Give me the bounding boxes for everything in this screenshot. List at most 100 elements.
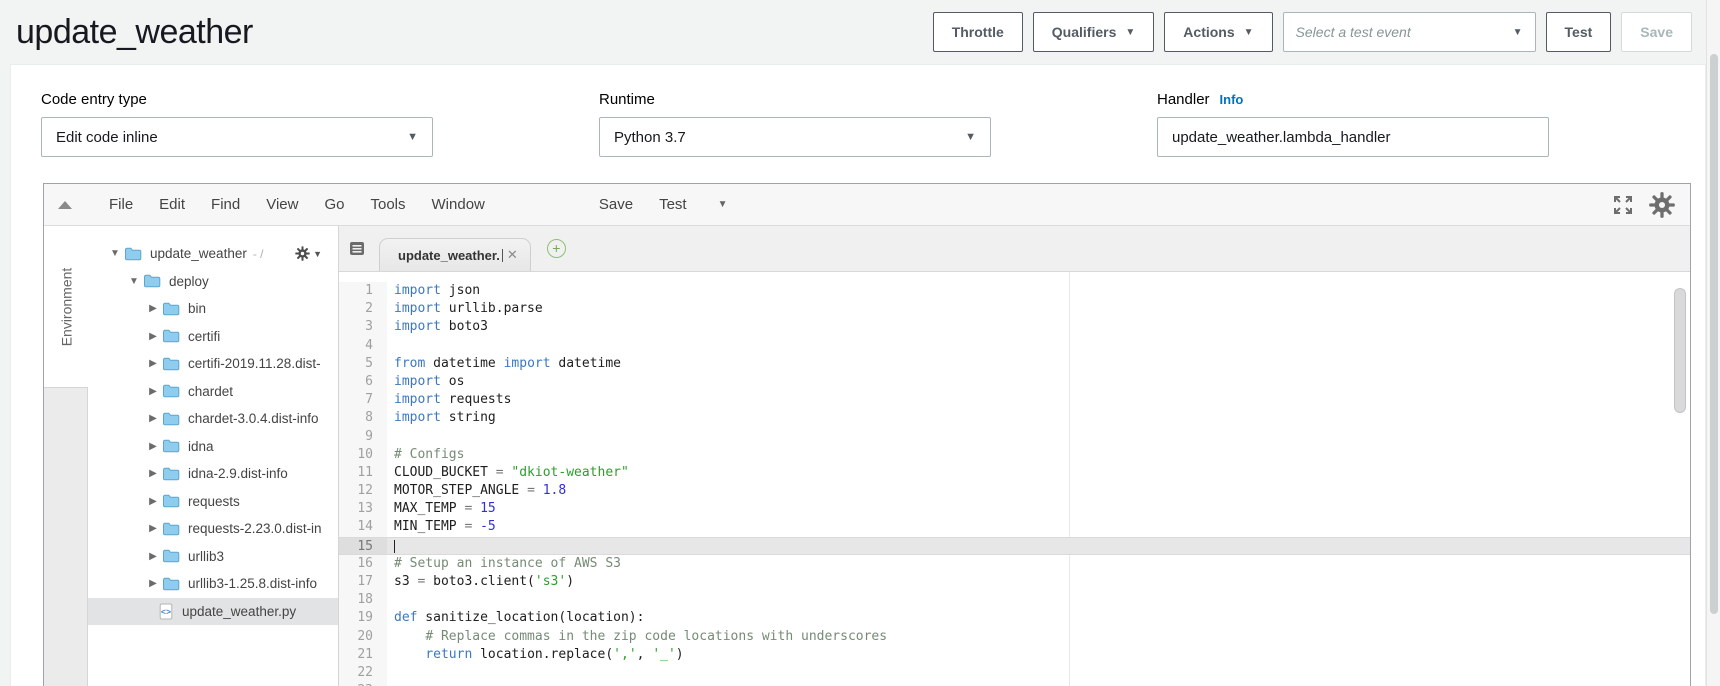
code-line-8[interactable]: 8import string [339, 409, 1690, 427]
test-button[interactable]: Test [1546, 12, 1612, 52]
tree-folder-bin[interactable]: ▶bin [88, 295, 338, 323]
tree-folder-requests[interactable]: ▶requests [88, 488, 338, 516]
chevron-right-icon[interactable]: ▶ [146, 441, 160, 452]
chevron-right-icon[interactable]: ▶ [146, 331, 160, 342]
code-area[interactable]: 1import json2import urllib.parse3import … [339, 272, 1690, 686]
menu-window[interactable]: Window [419, 196, 498, 213]
code-line-1[interactable]: 1import json [339, 282, 1690, 300]
folder-icon [162, 357, 180, 371]
line-content: s3 = boto3.client('s3') [387, 573, 574, 591]
chevron-right-icon[interactable]: ▶ [146, 523, 160, 534]
test-event-select[interactable]: Select a test event ▼ [1283, 12, 1536, 52]
page-scrollbar-thumb[interactable] [1710, 54, 1718, 614]
code-entry-select[interactable]: Edit code inline ▼ [41, 117, 433, 157]
tree-folder-certifi[interactable]: ▶certifi [88, 323, 338, 351]
editor-scrollbar-thumb[interactable] [1674, 288, 1686, 413]
tree-folder-certifi-2019-11-28-dist-[interactable]: ▶certifi-2019.11.28.dist- [88, 350, 338, 378]
chevron-down-icon[interactable]: ▼ [127, 276, 141, 287]
file-tree: ▼update_weather- /▼▼deploy▶bin▶certifi▶c… [88, 226, 339, 686]
triangle-up-icon[interactable] [58, 201, 72, 209]
tree-folder-deploy[interactable]: ▼deploy [88, 268, 338, 296]
code-line-4[interactable]: 4 [339, 337, 1690, 355]
chevron-right-icon[interactable]: ▶ [146, 358, 160, 369]
throttle-button[interactable]: Throttle [933, 12, 1023, 52]
line-number: 3 [339, 318, 387, 336]
caret-down-icon[interactable]: ▼ [706, 195, 740, 214]
folder-icon [162, 467, 180, 481]
handler-input[interactable] [1172, 129, 1534, 146]
code-line-16[interactable]: 16# Setup an instance of AWS S3 [339, 555, 1690, 573]
line-number: 23 [339, 682, 387, 686]
tab-update-weather-py[interactable]: update_weather. ✕ [379, 238, 531, 271]
menu-find[interactable]: Find [198, 196, 253, 213]
expand-icon[interactable] [1612, 194, 1634, 216]
plus-circle-icon[interactable]: + [547, 239, 566, 258]
chevron-right-icon[interactable]: ▶ [146, 578, 160, 589]
menu-view[interactable]: View [253, 196, 311, 213]
code-line-5[interactable]: 5from datetime import datetime [339, 355, 1690, 373]
code-line-14[interactable]: 14MIN_TEMP = -5 [339, 518, 1690, 536]
code-line-11[interactable]: 11CLOUD_BUCKET = "dkiot-weather" [339, 464, 1690, 482]
code-line-19[interactable]: 19def sanitize_location(location): [339, 609, 1690, 627]
gear-icon[interactable] [1648, 191, 1676, 219]
menu-edit[interactable]: Edit [146, 196, 198, 213]
tree-folder-urllib3[interactable]: ▶urllib3 [88, 543, 338, 571]
tree-root-label: update_weather [150, 246, 247, 261]
tree-folder-idna[interactable]: ▶ idna [88, 433, 338, 461]
code-line-6[interactable]: 6import os [339, 373, 1690, 391]
menubar-save[interactable]: Save [586, 196, 646, 213]
code-line-18[interactable]: 18 [339, 591, 1690, 609]
code-line-13[interactable]: 13MAX_TEMP = 15 [339, 500, 1690, 518]
tree-folder-chardet[interactable]: ▶chardet [88, 378, 338, 406]
code-line-7[interactable]: 7import requests [339, 391, 1690, 409]
line-content: return location.replace(',', '_') [387, 646, 684, 664]
tab-environment[interactable]: Environment [44, 226, 88, 388]
tree-folder-idna-2-9-dist-info[interactable]: ▶idna-2.9.dist-info [88, 460, 338, 488]
chevron-right-icon[interactable]: ▶ [146, 413, 160, 424]
tree-item-label: idna [188, 439, 214, 454]
tree-file-update-weather-py[interactable]: <>update_weather.py [88, 598, 338, 626]
handler-info-link[interactable]: Info [1220, 92, 1244, 107]
menu-go[interactable]: Go [311, 196, 357, 213]
code-line-12[interactable]: 12MOTOR_STEP_ANGLE = 1.8 [339, 482, 1690, 500]
menubar-test[interactable]: Test [646, 196, 700, 213]
tree-folder-urllib3-1-25-8-dist-info[interactable]: ▶urllib3-1.25.8.dist-info [88, 570, 338, 598]
chevron-right-icon[interactable]: ▶ [146, 386, 160, 397]
code-line-2[interactable]: 2import urllib.parse [339, 300, 1690, 318]
tree-folder-chardet-3-0-4-dist-info[interactable]: ▶ chardet-3.0.4.dist-info [88, 405, 338, 433]
list-icon[interactable] [349, 241, 365, 256]
editor-tabbar: update_weather. ✕ + [339, 226, 1690, 272]
code-line-9[interactable]: 9 [339, 428, 1690, 446]
code-line-22[interactable]: 22 [339, 664, 1690, 682]
code-line-10[interactable]: 10# Configs [339, 446, 1690, 464]
chevron-right-icon[interactable]: ▶ [146, 303, 160, 314]
code-line-3[interactable]: 3import boto3 [339, 318, 1690, 336]
qualifiers-button[interactable]: Qualifiers ▼ [1033, 12, 1155, 52]
tree-settings-button[interactable]: ▼ [295, 246, 322, 261]
text-cursor [502, 249, 503, 262]
chevron-down-icon[interactable]: ▼ [108, 248, 122, 259]
runtime-select[interactable]: Python 3.7 ▼ [599, 117, 991, 157]
actions-button[interactable]: Actions ▼ [1164, 12, 1272, 52]
code-line-23[interactable]: 23 [339, 682, 1690, 686]
code-line-20[interactable]: 20 # Replace commas in the zip code loca… [339, 628, 1690, 646]
menu-tools[interactable]: Tools [357, 196, 418, 213]
tree-item-label: chardet-3.0.4.dist-info [188, 411, 319, 426]
chevron-right-icon[interactable]: ▶ [146, 551, 160, 562]
editor-menubar: FileEditFindViewGoToolsWindow Save Test … [44, 184, 1690, 226]
tree-folder-requests-2-23-0-dist-in[interactable]: ▶requests-2.23.0.dist-in [88, 515, 338, 543]
menu-file[interactable]: File [96, 196, 146, 213]
line-content [387, 591, 394, 609]
chevron-right-icon[interactable]: ▶ [146, 496, 160, 507]
caret-down-icon: ▼ [313, 249, 322, 259]
line-content: CLOUD_BUCKET = "dkiot-weather" [387, 464, 629, 482]
page-scrollbar[interactable] [1706, 0, 1720, 686]
save-button[interactable]: Save [1621, 12, 1692, 52]
close-icon[interactable]: ✕ [507, 247, 518, 263]
tree-root-update-weather[interactable]: ▼update_weather- /▼ [88, 240, 338, 268]
code-line-17[interactable]: 17s3 = boto3.client('s3') [339, 573, 1690, 591]
code-line-21[interactable]: 21 return location.replace(',', '_') [339, 646, 1690, 664]
code-line-15[interactable]: 15 [339, 537, 1690, 555]
chevron-right-icon[interactable]: ▶ [146, 468, 160, 479]
editor-scrollbar[interactable] [1674, 282, 1686, 686]
